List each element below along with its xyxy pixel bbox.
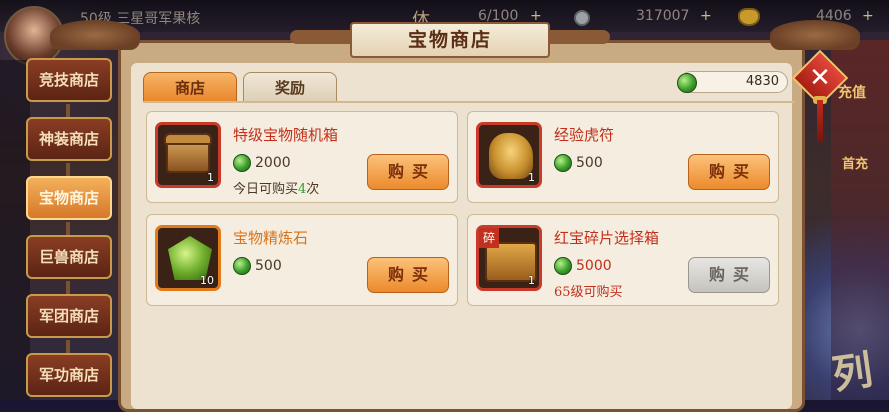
item-name: 经验虎符 [554,126,615,144]
item-price: 500 [233,257,282,275]
recharge-label[interactable]: 充值 [838,82,866,102]
item-count: 10 [200,274,214,287]
shop-title: 宝物商店 [350,22,550,58]
sidebar-rope [66,281,70,295]
jade-icon [554,257,572,275]
item-icon-frame[interactable]: 1 [155,122,221,188]
gold-plus-icon[interactable]: + [862,8,874,24]
shop-item-card: 碎 1 红宝碎片选择箱 5000 65级可购买 购买 [467,214,779,306]
item-icon-frame[interactable]: 1 [476,122,542,188]
sidebar-rope [66,222,70,236]
first-pay-label[interactable]: 首充 [842,153,868,172]
tassel-decor [817,100,823,142]
silver-value: 317007 [636,8,690,24]
left-scene-decor [0,60,30,400]
tab-divider [143,101,795,103]
limit-suffix: 次 [306,182,320,197]
sidebar-item-legion-shop[interactable]: 军团商店 [26,294,112,338]
jade-icon [677,73,697,93]
price-value: 500 [576,155,603,171]
item-price: 500 [554,154,603,172]
silver-coin-icon [574,10,590,26]
tab-shop[interactable]: 商店 [143,72,237,102]
item-name: 特级宝物随机箱 [233,126,339,144]
fragment-tag: 碎 [479,228,499,248]
gold-ingot-icon [738,8,760,26]
limit-prefix: 今日可购买 [233,182,299,197]
jade-currency-box: 4830 [677,71,788,93]
sidebar-rope [66,104,70,118]
item-count: 1 [528,274,535,287]
sidebar-rope [66,163,70,177]
level-requirement: 65级可购买 [554,285,623,300]
tab-rewards[interactable]: 奖励 [243,72,337,102]
shop-item-card: 10 宝物精炼石 500 购买 [146,214,458,306]
shop-item-card: 1 经验虎符 500 购买 [467,111,779,203]
item-price: 2000 [233,154,291,172]
sidebar-item-divine-gear-shop[interactable]: 神装商店 [26,117,112,161]
right-corner-ornament [770,20,860,50]
sidebar-item-arena-shop[interactable]: 竞技商店 [26,58,112,102]
jade-icon [554,154,572,172]
buy-button[interactable]: 购买 [367,257,449,293]
sidebar-item-merit-shop[interactable]: 军功商店 [26,353,112,397]
buy-button[interactable]: 购买 [688,154,770,190]
sidebar-item-beast-shop[interactable]: 巨兽商店 [26,235,112,279]
item-icon-frame[interactable]: 碎 1 [476,225,542,291]
item-count: 1 [528,171,535,184]
chest-lid-icon [164,133,212,145]
item-price: 5000 [554,257,612,275]
buy-button-disabled[interactable]: 购买 [688,257,770,293]
shop-item-card: 1 特级宝物随机箱 2000 今日可购买4次 购买 [146,111,458,203]
tiger-tally-icon [489,133,533,179]
price-value: 2000 [255,155,291,171]
price-value: 5000 [576,258,612,274]
jade-balance: 4830 [745,74,779,89]
price-value: 500 [255,258,282,274]
jade-icon [233,257,251,275]
buy-button[interactable]: 购买 [367,154,449,190]
left-corner-ornament [50,20,140,50]
scene-character-text: 列 [829,346,876,399]
purchase-limit: 今日可购买4次 [233,178,319,197]
item-icon-frame[interactable]: 10 [155,225,221,291]
jade-icon [233,154,251,172]
silver-plus-icon[interactable]: + [700,8,712,24]
sidebar-rope [66,340,70,354]
item-count: 1 [207,171,214,184]
item-name: 红宝碎片选择箱 [554,229,660,247]
sidebar-item-treasure-shop[interactable]: 宝物商店 [26,176,112,220]
item-name: 宝物精炼石 [233,229,309,247]
